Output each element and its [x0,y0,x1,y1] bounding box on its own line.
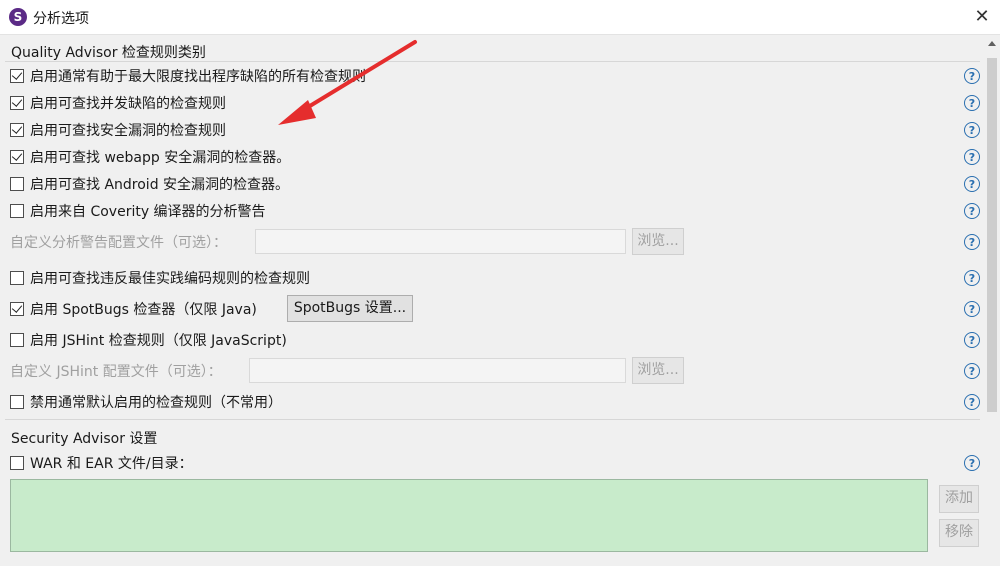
jshint-config-label: 自定义 JSHint 配置文件（可选）： [10,360,222,382]
help-icon[interactable]: ? [964,363,980,379]
checkbox-label: 启用可查找并发缺陷的检查规则 [30,96,226,112]
app-logo-icon: S [9,8,27,26]
help-icon[interactable]: ? [964,68,980,84]
help-icon[interactable]: ? [964,203,980,219]
checkbox-row-compiler-warnings[interactable]: 启用来自 Coverity 编译器的分析警告 [10,200,266,222]
red-arrow-annotation [278,40,417,125]
scroll-up-arrow-icon[interactable] [985,37,999,51]
checkbox-row-webapp[interactable]: 启用可查找 webapp 安全漏洞的检查器。 [10,146,290,168]
checkbox[interactable] [10,302,24,316]
help-icon[interactable]: ? [964,301,980,317]
help-icon[interactable]: ? [964,455,980,471]
help-icon[interactable]: ? [964,176,980,192]
checkbox-row-jshint[interactable]: 启用 JSHint 检查规则（仅限 JavaScript) [10,329,287,351]
help-icon[interactable]: ? [964,149,980,165]
spotbugs-settings-button[interactable]: SpotBugs 设置... [287,295,413,322]
custom-warning-config-input[interactable] [255,229,626,254]
checkbox-label: 禁用通常默认启用的检查规则（不常用） [30,395,282,411]
checkbox-label: 启用来自 Coverity 编译器的分析警告 [30,204,266,220]
quality-group-title: Quality Advisor 检查规则类别 [11,45,206,61]
help-icon[interactable]: ? [964,270,980,286]
checkbox[interactable] [10,123,24,137]
help-icon[interactable]: ? [964,394,980,410]
field-label: 自定义 JSHint 配置文件（可选）： [10,364,222,380]
checkbox-row-security[interactable]: 启用可查找安全漏洞的检查规则 [10,119,226,141]
checkbox-row-best-practice[interactable]: 启用可查找违反最佳实践编码规则的检查规则 [10,267,310,289]
checkbox[interactable] [10,69,24,83]
checkbox[interactable] [10,333,24,347]
war-ear-file-list[interactable] [10,479,928,552]
field-label: 自定义分析警告配置文件（可选）： [10,235,227,251]
help-icon[interactable]: ? [964,122,980,138]
checkbox-label: 启用 SpotBugs 检查器（仅限 Java) [30,302,257,318]
checkbox-label: 启用 JSHint 检查规则（仅限 JavaScript) [30,333,287,349]
group-divider [5,419,980,420]
jshint-browse-button[interactable]: 浏览... [632,357,684,384]
checkbox[interactable] [10,395,24,409]
checkbox[interactable] [10,96,24,110]
group-divider [5,61,980,62]
help-icon[interactable]: ? [964,234,980,250]
title-bar: S 分析选项 ✕ [0,0,1000,35]
checkbox-label: WAR 和 EAR 文件/目录： [30,456,193,472]
checkbox-row-war-ear[interactable]: WAR 和 EAR 文件/目录： [10,452,193,474]
jshint-config-input[interactable] [249,358,626,383]
checkbox[interactable] [10,150,24,164]
custom-warning-config-label: 自定义分析警告配置文件（可选）： [10,231,227,253]
window-title: 分析选项 [33,11,89,27]
security-group-title: Security Advisor 设置 [11,431,158,447]
checkbox[interactable] [10,204,24,218]
checkbox-label: 启用可查找 Android 安全漏洞的检查器。 [30,177,290,193]
checkbox-label: 启用可查找安全漏洞的检查规则 [30,123,226,139]
browse-button[interactable]: 浏览... [632,228,684,255]
checkbox-label: 启用可查找 webapp 安全漏洞的检查器。 [30,150,291,166]
checkbox-label: 启用可查找违反最佳实践编码规则的检查规则 [30,271,310,287]
checkbox[interactable] [10,271,24,285]
close-button[interactable]: ✕ [968,4,996,30]
checkbox-row-disable-default[interactable]: 禁用通常默认启用的检查规则（不常用） [10,391,282,413]
help-icon[interactable]: ? [964,95,980,111]
checkbox-row-spotbugs[interactable]: 启用 SpotBugs 检查器（仅限 Java) [10,298,257,320]
add-button[interactable]: 添加 [939,485,979,513]
checkbox[interactable] [10,456,24,470]
checkbox[interactable] [10,177,24,191]
arrow-shaft [298,40,417,114]
remove-button[interactable]: 移除 [939,519,979,547]
scrollbar-thumb[interactable] [987,58,997,412]
checkbox-row-concurrency[interactable]: 启用可查找并发缺陷的检查规则 [10,92,226,114]
dialog-content: Quality Advisor 检查规则类别 启用通常有助于最大限度找出程序缺陷… [0,35,984,566]
checkbox-row-android[interactable]: 启用可查找 Android 安全漏洞的检查器。 [10,173,289,195]
help-icon[interactable]: ? [964,332,980,348]
